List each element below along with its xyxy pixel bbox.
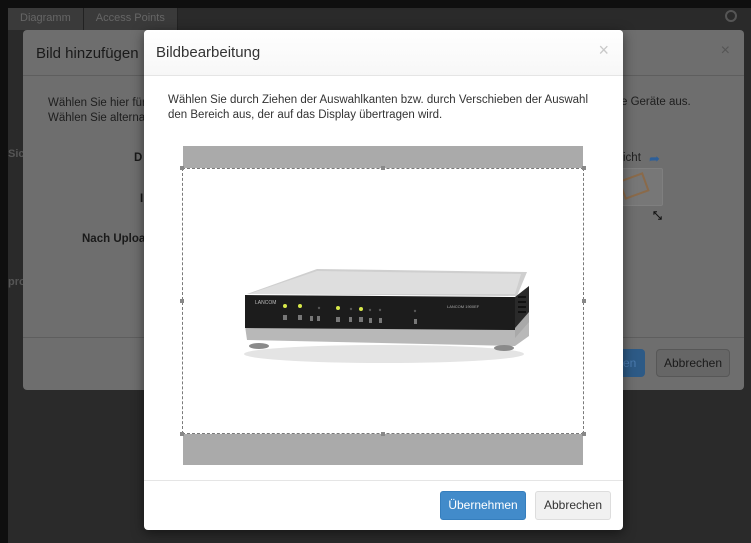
crop-handle-top[interactable] [381, 166, 385, 170]
gear-icon [725, 10, 737, 22]
apply-button[interactable]: Übernehmen [440, 491, 526, 520]
image-editing-dialog: Bildbearbeitung × Wählen Sie durch Ziehe… [144, 30, 623, 530]
crop-handle-top-left[interactable] [180, 166, 184, 170]
share-arrow-icon: ➦ [649, 151, 660, 166]
crop-handle-left[interactable] [180, 299, 184, 303]
cancel-button[interactable]: Abbrechen [535, 491, 611, 520]
crop-handle-right[interactable] [582, 299, 586, 303]
preview-label: icht [623, 152, 641, 164]
crop-area[interactable]: LANCOM LANCOM 1900EF [180, 146, 586, 465]
field-label-d: D [134, 152, 143, 164]
background-tabs: Diagramm Access Points [8, 8, 178, 30]
outer-cancel-button: Abbrechen [656, 349, 730, 377]
add-image-description: Wählen Sie hier für Wählen Sie alterna [48, 97, 146, 124]
tab-access-points: Access Points [83, 8, 178, 30]
expand-icon: ⤡ [653, 210, 662, 222]
crop-handle-bottom-right[interactable] [582, 432, 586, 436]
field-label-upload: Nach Uploa [82, 233, 146, 245]
crop-selection-box[interactable] [180, 166, 586, 436]
crop-handle-bottom[interactable] [381, 432, 385, 436]
add-image-dialog-title: Bild hinzufügen [36, 45, 139, 62]
image-editing-header: Bildbearbeitung × [144, 30, 623, 76]
crop-handle-bottom-left[interactable] [180, 432, 184, 436]
image-editing-footer-divider [144, 480, 623, 481]
close-icon: × [720, 42, 730, 59]
add-image-description-right: e Geräte aus. [621, 96, 691, 108]
close-icon[interactable]: × [598, 40, 609, 61]
tab-diagram: Diagramm [8, 8, 84, 30]
field-label-i: I [140, 193, 144, 205]
crop-instruction: Wählen Sie durch Ziehen der Auswahlkante… [168, 94, 589, 121]
image-editing-title: Bildbearbeitung [156, 44, 261, 61]
outer-apply-button: en [623, 349, 645, 377]
crop-handle-top-right[interactable] [582, 166, 586, 170]
